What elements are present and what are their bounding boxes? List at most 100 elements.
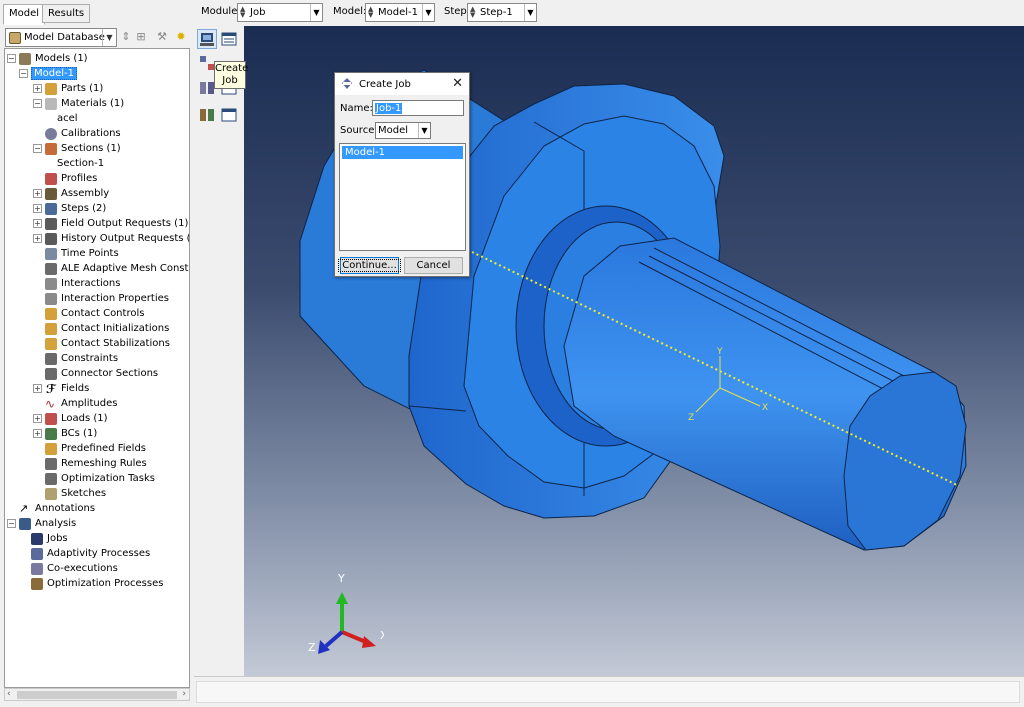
tree-horizontal-scrollbar[interactable]: ‹ › xyxy=(4,688,190,701)
tree-item-remeshing-rules[interactable]: Remeshing Rules xyxy=(45,456,147,471)
step-select[interactable]: ▲ ▼ Step-1 ▼ xyxy=(467,3,537,22)
tree-item-interaction-properties[interactable]: Interaction Properties xyxy=(45,291,169,306)
tree-item-bcs[interactable]: + BCs (1) xyxy=(33,426,97,441)
job-manager-button[interactable] xyxy=(219,29,239,49)
collapse-icon[interactable]: − xyxy=(7,519,16,528)
tree-item-label: ALE Adaptive Mesh Constraints xyxy=(61,263,189,274)
tree-filter-icon[interactable]: ⊞ xyxy=(134,29,148,44)
tree-item-jobs[interactable]: Jobs xyxy=(31,531,68,546)
tree-item-history-output[interactable]: + History Output Requests (1) xyxy=(33,231,190,246)
field-output-icon xyxy=(45,217,57,230)
create-job-dialog: Create Job ✕ Name: Job-1 Source: Model ▼ … xyxy=(334,72,470,277)
tree-item-annotations[interactable]: ↗ Annotations xyxy=(19,501,95,516)
prompt-box xyxy=(196,681,1020,703)
expand-icon[interactable]: + xyxy=(33,204,42,213)
tree-item-sketches[interactable]: Sketches xyxy=(45,486,106,501)
scroll-left-icon[interactable]: ‹ xyxy=(7,689,11,699)
fields-icon: ℱ xyxy=(46,381,56,396)
tree-item-ale[interactable]: ALE Adaptive Mesh Constraints xyxy=(45,261,189,276)
tree-item-predefined-fields[interactable]: Predefined Fields xyxy=(45,441,146,456)
tree-item-field-output[interactable]: + Field Output Requests (1) xyxy=(33,216,188,231)
tree-item-acel[interactable]: acel xyxy=(57,111,78,126)
tree-item-amplitudes[interactable]: ∿ Amplitudes xyxy=(45,396,117,411)
job-name-input[interactable]: Job-1 xyxy=(372,100,464,116)
tree-item-label: acel xyxy=(57,113,78,124)
optimization-processes-icon xyxy=(31,577,43,590)
model-select[interactable]: ▲ ▼ Model-1 ▼ xyxy=(365,3,435,22)
collapse-icon[interactable]: − xyxy=(7,54,16,63)
tree-item-loads[interactable]: + Loads (1) xyxy=(33,411,108,426)
scrollbar-thumb[interactable] xyxy=(17,691,177,699)
expand-icon[interactable]: + xyxy=(33,429,42,438)
tree-item-models[interactable]: − Models (1) xyxy=(7,51,88,66)
model-database-select[interactable]: Model Database ▼ xyxy=(5,28,117,47)
tree-item-optimization-tasks[interactable]: Optimization Tasks xyxy=(45,471,155,486)
spin-icon[interactable]: ⇕ xyxy=(119,29,133,44)
optimization-manager-button[interactable] xyxy=(219,105,239,125)
tab-results[interactable]: Results xyxy=(42,4,91,23)
interaction-properties-icon xyxy=(45,292,57,305)
expand-icon[interactable]: + xyxy=(33,84,42,93)
tree-item-label: Predefined Fields xyxy=(61,443,147,454)
tree-options-icon[interactable]: ⚒ xyxy=(155,29,169,44)
source-value: Model xyxy=(378,125,409,136)
collapse-icon[interactable]: − xyxy=(19,69,28,78)
tree-item-section-1[interactable]: Section-1 xyxy=(57,156,104,171)
tree-item-label: Materials (1) xyxy=(61,98,125,109)
tree-item-time-points[interactable]: Time Points xyxy=(45,246,119,261)
scroll-right-icon[interactable]: › xyxy=(182,689,186,699)
tree-item-label: Contact Controls xyxy=(61,308,145,319)
dialog-title: Create Job xyxy=(359,78,411,90)
tree-item-contact-initializations[interactable]: Contact Initializations xyxy=(45,321,169,336)
dialog-title-bar[interactable]: Create Job ✕ xyxy=(335,73,469,95)
collapse-icon[interactable]: − xyxy=(33,144,42,153)
tree-item-model-1[interactable]: − Model-1 xyxy=(19,66,77,81)
spin-icon[interactable]: ▲ ▼ xyxy=(470,6,475,19)
continue-button[interactable]: Continue... xyxy=(338,257,401,274)
name-label: Name: xyxy=(340,103,373,114)
tree-item-interactions[interactable]: Interactions xyxy=(45,276,120,291)
close-icon[interactable]: ✕ xyxy=(452,76,463,91)
collapse-icon[interactable]: − xyxy=(33,99,42,108)
chevron-down-icon: ▼ xyxy=(102,29,116,46)
triad-z-label: Z xyxy=(308,641,316,654)
expand-icon[interactable]: + xyxy=(33,414,42,423)
tree-item-calibrations[interactable]: Calibrations xyxy=(45,126,121,141)
tree-item-optimization-processes[interactable]: Optimization Processes xyxy=(31,576,163,591)
source-select[interactable]: Model ▼ xyxy=(375,122,431,139)
module-select[interactable]: ▲ ▼ Job ▼ xyxy=(237,3,323,22)
list-item[interactable]: Model-1 xyxy=(342,146,463,159)
tree-item-fields[interactable]: + ℱ Fields xyxy=(33,381,89,396)
model-list[interactable]: Model-1 xyxy=(339,143,466,251)
tree-item-coexecutions[interactable]: Co-executions xyxy=(31,561,118,576)
create-job-button[interactable] xyxy=(197,29,217,49)
expand-icon[interactable]: + xyxy=(33,234,42,243)
tree-item-label: History Output Requests (1) xyxy=(61,233,190,244)
spin-icon[interactable]: ▲ ▼ xyxy=(368,6,373,19)
tree-item-parts[interactable]: + Parts (1) xyxy=(33,81,103,96)
tree-item-sections[interactable]: − Sections (1) xyxy=(33,141,121,156)
tree-item-constraints[interactable]: Constraints xyxy=(45,351,118,366)
tree-item-analysis[interactable]: − Analysis xyxy=(7,516,76,531)
expand-icon[interactable]: + xyxy=(33,219,42,228)
tree-item-adaptivity[interactable]: Adaptivity Processes xyxy=(31,546,150,561)
tab-model[interactable]: Model xyxy=(3,4,46,25)
lightbulb-icon[interactable]: ✹ xyxy=(174,29,188,44)
tree-item-assembly[interactable]: + Assembly xyxy=(33,186,109,201)
optimization-process-button[interactable] xyxy=(197,105,217,125)
model-tree[interactable]: − Models (1) − Model-1 + Parts (1) − Materia… xyxy=(4,48,190,688)
coexecutions-icon xyxy=(31,562,43,575)
spin-icon[interactable]: ▲ ▼ xyxy=(240,6,245,19)
tree-item-profiles[interactable]: Profiles xyxy=(45,171,97,186)
tree-item-connector-sections[interactable]: Connector Sections xyxy=(45,366,158,381)
tree-item-contact-stabilizations[interactable]: Contact Stabilizations xyxy=(45,336,170,351)
tree-item-materials[interactable]: − Materials (1) xyxy=(33,96,124,111)
tree-item-steps[interactable]: + Steps (2) xyxy=(33,201,106,216)
expand-icon[interactable]: + xyxy=(33,189,42,198)
expand-icon[interactable]: + xyxy=(33,384,42,393)
tree-item-label: Adaptivity Processes xyxy=(47,548,151,559)
tree-item-label: Model-1 xyxy=(31,67,77,80)
cancel-button[interactable]: Cancel xyxy=(404,257,463,274)
history-output-icon xyxy=(45,232,57,245)
tree-item-contact-controls[interactable]: Contact Controls xyxy=(45,306,144,321)
